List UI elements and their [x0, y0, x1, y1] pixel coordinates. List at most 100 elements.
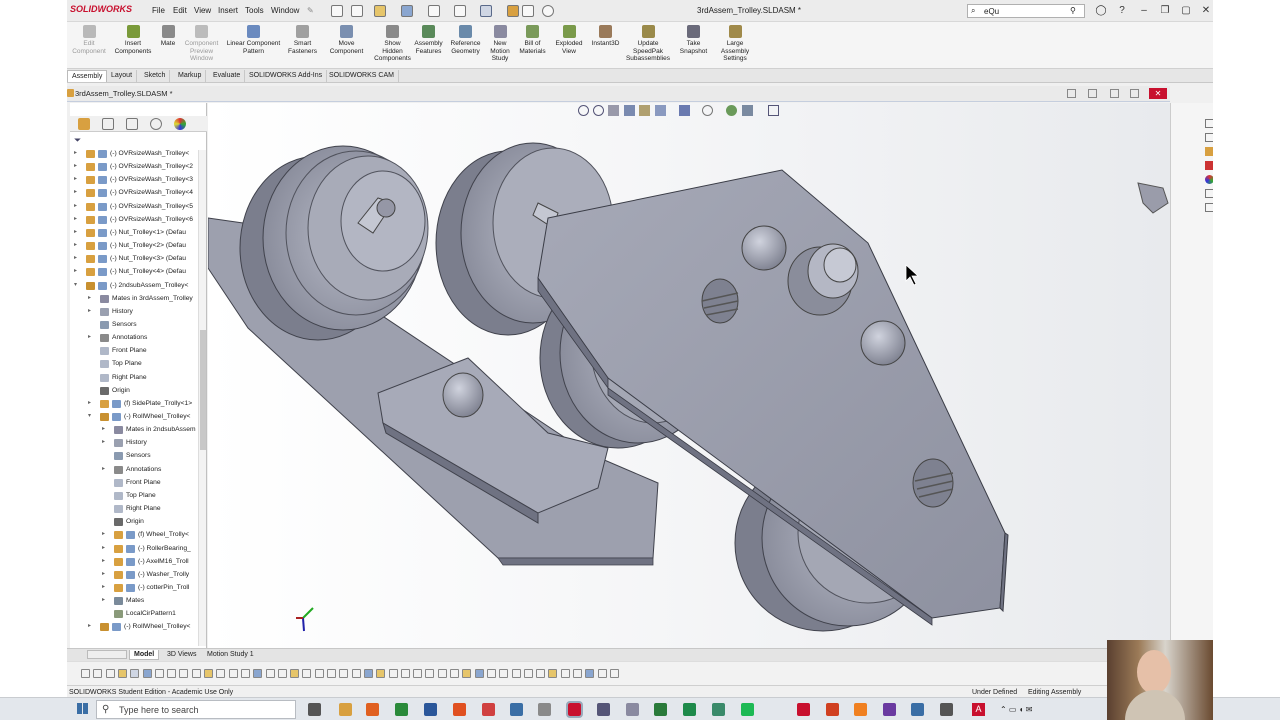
expand-toggle-icon[interactable]: ▸ [88, 331, 94, 344]
tree-item[interactable]: ▾ (-) 2ndsubAssem_Trolley< [70, 279, 198, 292]
expand-toggle-icon[interactable]: ▾ [74, 279, 80, 292]
configurationmanager-tab-icon[interactable] [126, 118, 138, 130]
select-icon[interactable] [480, 5, 492, 17]
tree-item[interactable]: Front Plane [70, 476, 198, 489]
tree-item[interactable]: Sensors [70, 318, 198, 331]
selection-tool-icon[interactable] [327, 669, 336, 678]
tree-item[interactable]: ▸ (-) RollerBearing_ [70, 542, 198, 555]
tree-item[interactable]: ▸ (-) RollWheel_Trolley< [70, 620, 198, 633]
selection-tool-icon[interactable] [499, 669, 509, 678]
tree-item[interactable]: Right Plane [70, 371, 198, 384]
selection-tool-icon[interactable] [585, 669, 595, 678]
selection-tool-icon[interactable] [388, 669, 398, 678]
expand-toggle-icon[interactable]: ▸ [74, 226, 80, 239]
tree-item[interactable]: ▸ Mates in 2ndsubAssem [70, 423, 198, 436]
restore-window-icon[interactable]: ▢ [1179, 4, 1193, 18]
app-icon[interactable] [911, 703, 924, 716]
obs-icon[interactable] [883, 703, 896, 716]
selection-tool-icon[interactable] [597, 669, 607, 678]
expand-toggle-icon[interactable]: ▸ [102, 436, 108, 449]
doc-minimize-icon[interactable] [1110, 89, 1119, 98]
tree-item[interactable]: ▸ History [70, 305, 198, 318]
tree-item[interactable]: ▸ (-) OVRsizeWash_Trolley<3 [70, 173, 198, 186]
tree-item[interactable]: ▸ (-) AxelM16_Troll [70, 555, 198, 568]
menu-file[interactable]: File [152, 6, 165, 15]
app-icon[interactable] [626, 703, 639, 716]
threaded-bolt-1[interactable] [701, 278, 739, 324]
expand-toggle-icon[interactable]: ▸ [74, 265, 80, 278]
selection-tool-icon[interactable] [437, 669, 447, 678]
close-icon[interactable]: ✕ [1199, 4, 1213, 18]
tree-item[interactable]: ▸ (f) Wheel_Trolly< [70, 528, 198, 541]
appearances-icon[interactable] [1205, 175, 1213, 184]
file-explorer-icon[interactable] [1205, 147, 1213, 156]
expand-toggle-icon[interactable]: ▸ [88, 397, 94, 410]
ribbon-insert-components-button[interactable]: Insert Components [111, 25, 155, 55]
dome-nut-2[interactable] [860, 320, 906, 366]
restore-icon[interactable]: ❐ [1158, 4, 1172, 18]
tab-layout[interactable]: Layout [107, 70, 138, 82]
selection-tool-icon[interactable] [462, 669, 472, 678]
filter-icon[interactable]: ⏷ [74, 135, 81, 146]
search-icon[interactable]: ⚲ [1070, 6, 1076, 15]
selection-tool-icon[interactable] [450, 669, 459, 678]
expand-toggle-icon[interactable]: ▸ [74, 173, 80, 186]
tree-item[interactable]: LocalCirPattern1 [70, 607, 198, 620]
tree-item[interactable]: ▸ (-) Washer_Trolly [70, 568, 198, 581]
expand-toggle-icon[interactable]: ▸ [102, 528, 108, 541]
menu-insert[interactable]: Insert [218, 6, 238, 15]
system-tray-icons[interactable]: ⌃ ▭ ◖ ✉ [1000, 705, 1032, 714]
ribbon-reference-geometry-button[interactable]: Reference Geometry [445, 25, 486, 55]
selection-tool-icon[interactable] [290, 669, 300, 678]
tab-markup[interactable]: Markup [174, 70, 207, 82]
tree-item[interactable]: ▸ History [70, 436, 198, 449]
split-view-icon[interactable] [1088, 89, 1097, 98]
selection-tool-icon[interactable] [573, 669, 582, 678]
selection-tool-icon[interactable] [130, 669, 140, 678]
ribbon-new-motion-study-button[interactable]: New Motion Study [486, 25, 514, 63]
file-explorer-icon[interactable] [339, 703, 352, 716]
tree-item[interactable]: ▸ (-) OVRsizeWash_Trolley<4 [70, 186, 198, 199]
dome-nut-1[interactable] [741, 225, 787, 271]
ribbon-instant3d-button[interactable]: Instant3D [587, 25, 624, 48]
selection-tool-icon[interactable] [216, 669, 226, 678]
ribbon-edit-component-button[interactable]: Edit Component [67, 25, 111, 55]
menu-tools[interactable]: Tools [245, 6, 264, 15]
selection-tool-icon[interactable] [265, 669, 275, 678]
expand-toggle-icon[interactable]: ▸ [74, 239, 80, 252]
expand-toggle-icon[interactable]: ▸ [102, 542, 108, 555]
doc-restore-icon[interactable] [1130, 89, 1139, 98]
search-input[interactable]: ⌕ eQu ⚲ [967, 4, 1085, 18]
selection-tool-icon[interactable] [167, 669, 177, 678]
tree-item[interactable]: Top Plane [70, 357, 198, 370]
selection-tool-icon[interactable] [314, 669, 324, 678]
ribbon-bill-of-materials-button[interactable]: Bill of Materials [514, 25, 551, 55]
open-icon[interactable] [374, 5, 386, 17]
selection-tool-icon[interactable] [486, 669, 496, 678]
selection-tool-icon[interactable] [228, 669, 238, 678]
tab-sketch[interactable]: Sketch [140, 70, 171, 82]
tree-item[interactable]: Origin [70, 515, 198, 528]
custom-properties-icon[interactable] [1205, 189, 1213, 198]
doc-close-icon[interactable]: ✕ [1149, 88, 1167, 99]
selection-tool-icon[interactable] [560, 669, 570, 678]
solidworks-resources-icon[interactable] [1205, 119, 1213, 128]
featuremanager-tab-icon[interactable] [78, 118, 90, 130]
photoshop-icon[interactable] [826, 703, 839, 716]
display-manager-tab-icon[interactable] [174, 118, 186, 130]
ribbon-take-snapshot-button[interactable]: Take Snapshot [672, 25, 715, 55]
graphics-area[interactable] [208, 103, 1170, 648]
selection-tool-icon[interactable] [240, 669, 250, 678]
selection-tool-icon[interactable] [277, 669, 287, 678]
selection-tool-icon[interactable] [548, 669, 558, 678]
expand-toggle-icon[interactable]: ▸ [88, 305, 94, 318]
acrobat-icon[interactable] [482, 703, 495, 716]
selection-tool-icon[interactable] [81, 669, 90, 678]
tree-item[interactable]: Front Plane [70, 344, 198, 357]
ribbon-large-assembly-settings-button[interactable]: Large Assembly Settings [715, 25, 755, 63]
tree-item[interactable]: Origin [70, 384, 198, 397]
selection-tool-icon[interactable] [117, 669, 127, 678]
expand-toggle-icon[interactable]: ▸ [88, 620, 94, 633]
ribbon-show-hidden-components-button[interactable]: Show Hidden Components [373, 25, 412, 63]
tree-item[interactable]: ▸ (-) OVRsizeWash_Trolley< [70, 147, 198, 160]
